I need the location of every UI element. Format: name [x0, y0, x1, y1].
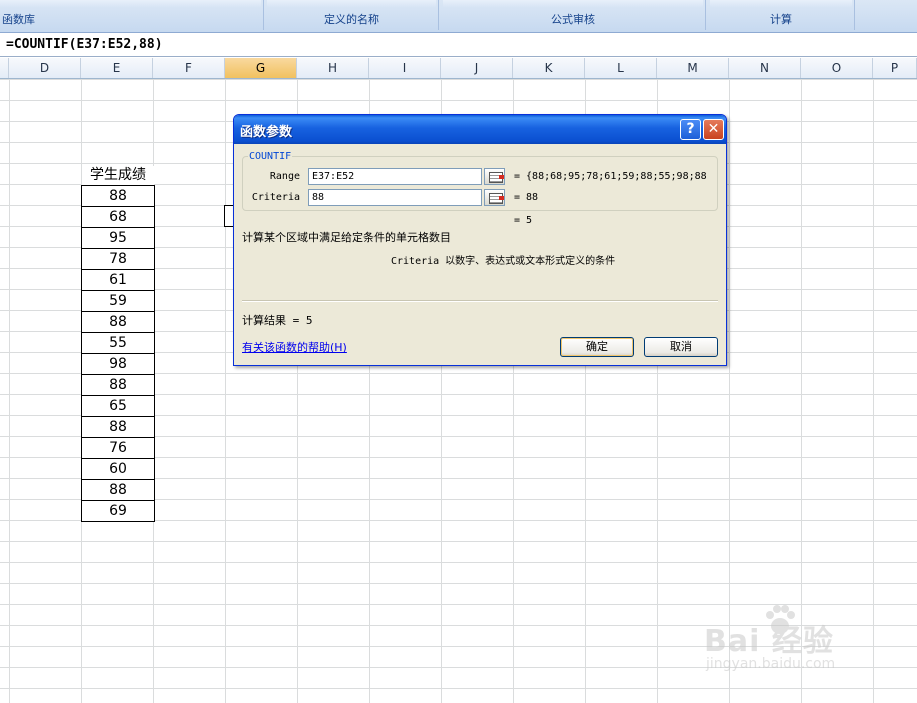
ribbon-group-label: 计算: [770, 13, 792, 26]
score-cell[interactable]: 60: [82, 459, 154, 480]
column-header-m[interactable]: M: [657, 58, 729, 78]
column-header-partial: [0, 58, 9, 78]
score-cell[interactable]: 88: [82, 480, 154, 501]
score-cell[interactable]: 76: [82, 438, 154, 459]
column-header-e[interactable]: E: [81, 58, 153, 78]
score-cell[interactable]: 69: [82, 501, 154, 522]
column-header-j[interactable]: J: [441, 58, 513, 78]
score-list: 88 68 95 78 61 59 88 55 98 88 65 88 76 6…: [81, 185, 155, 522]
ribbon-group-function-library[interactable]: 函数库: [0, 0, 264, 30]
column-headers: D E F G H I J K L M N O P: [0, 58, 917, 79]
score-cell[interactable]: 98: [82, 354, 154, 375]
ribbon-group-body: [0, 0, 261, 8]
ribbon: 函数库 定义的名称 公式审核 计算: [0, 0, 917, 33]
ribbon-group-label: 函数库: [2, 13, 35, 26]
dialog-title: 函数参数: [240, 125, 293, 140]
range-collapse-button[interactable]: [484, 168, 505, 185]
function-arguments-dialog: 函数参数 ? ✕ COUNTIF Range E37:E52 = {88;68;…: [233, 114, 727, 366]
ribbon-group-body: [267, 0, 436, 8]
score-column-header[interactable]: 学生成绩: [82, 166, 154, 185]
criteria-evaluated-value: = 88: [514, 192, 539, 203]
column-header-d[interactable]: D: [9, 58, 81, 78]
range-input[interactable]: E37:E52: [308, 168, 482, 185]
ribbon-group-label: 定义的名称: [324, 13, 379, 26]
ok-button[interactable]: 确定: [560, 337, 634, 357]
watermark-url: jingyan.baidu.com: [706, 656, 836, 672]
criteria-label: Criteria: [251, 192, 300, 203]
score-cell[interactable]: 61: [82, 270, 154, 291]
score-cell[interactable]: 59: [82, 291, 154, 312]
ribbon-group-defined-names[interactable]: 定义的名称: [265, 0, 439, 30]
calculation-result: 计算结果 = 5: [242, 314, 313, 327]
ribbon-group-calculation[interactable]: 计算: [708, 0, 855, 30]
dialog-titlebar[interactable]: 函数参数 ? ✕: [234, 115, 726, 144]
cancel-button[interactable]: 取消: [644, 337, 718, 357]
collapse-dialog-icon: [489, 172, 504, 183]
ribbon-group-body: [443, 0, 703, 8]
column-header-g[interactable]: G: [225, 58, 297, 78]
criteria-input[interactable]: 88: [308, 189, 482, 206]
column-header-o[interactable]: O: [801, 58, 873, 78]
score-cell[interactable]: 88: [82, 312, 154, 333]
column-header-i[interactable]: I: [369, 58, 441, 78]
score-cell[interactable]: 95: [82, 228, 154, 249]
score-cell[interactable]: 88: [82, 375, 154, 396]
criteria-collapse-button[interactable]: [484, 189, 505, 206]
watermark-logo-text: Bai 经验: [704, 624, 834, 659]
formula-text: =COUNTIF(E37:E52,88): [6, 37, 163, 52]
formula-bar[interactable]: =COUNTIF(E37:E52,88): [0, 34, 917, 57]
collapse-dialog-icon: [489, 193, 504, 204]
score-cell[interactable]: 88: [82, 417, 154, 438]
column-header-l[interactable]: L: [585, 58, 657, 78]
column-header-n[interactable]: N: [729, 58, 801, 78]
ribbon-group-label: 公式审核: [551, 13, 595, 26]
help-icon[interactable]: ?: [680, 119, 701, 140]
dialog-divider: [242, 300, 718, 302]
range-label: Range: [269, 171, 300, 182]
score-cell[interactable]: 78: [82, 249, 154, 270]
ribbon-group-formula-auditing[interactable]: 公式审核: [441, 0, 706, 30]
score-cell[interactable]: 65: [82, 396, 154, 417]
score-cell[interactable]: 68: [82, 207, 154, 228]
column-header-k[interactable]: K: [513, 58, 585, 78]
column-header-h[interactable]: H: [297, 58, 369, 78]
column-header-f[interactable]: F: [153, 58, 225, 78]
baidu-jingyan-watermark: Bai 经验 jingyan.baidu.com: [704, 602, 904, 682]
function-description: 计算某个区域中满足给定条件的单元格数目: [242, 231, 451, 244]
ribbon-group-body: [710, 0, 852, 8]
function-name: COUNTIF: [248, 151, 293, 162]
range-evaluated-value: = {88;68;95;78;61;59;88;55;98;88: [514, 171, 707, 182]
column-header-p[interactable]: P: [873, 58, 917, 78]
close-icon[interactable]: ✕: [703, 119, 724, 140]
function-help-link[interactable]: 有关该函数的帮助(H): [242, 339, 347, 355]
formula-inline-result: = 5: [514, 215, 533, 226]
score-cell[interactable]: 55: [82, 333, 154, 354]
argument-description: Criteria 以数字、表达式或文本形式定义的条件: [391, 256, 616, 267]
score-cell[interactable]: 88: [82, 186, 154, 207]
